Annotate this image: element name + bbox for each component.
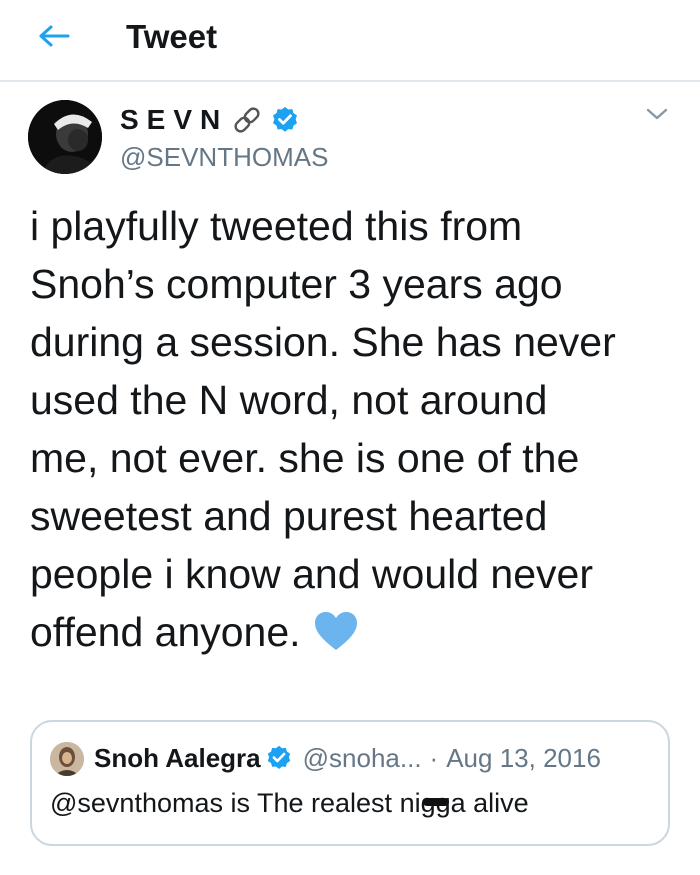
- author-display-name[interactable]: SEVN: [120, 104, 228, 136]
- quoted-tweet-date: Aug 13, 2016: [446, 742, 601, 773]
- tweet-line-text: offend anyone.: [30, 609, 301, 655]
- author-avatar[interactable]: [28, 100, 102, 174]
- quoted-author-name: Snoh Aalegra: [94, 742, 261, 773]
- chevron-down-icon: [646, 107, 668, 126]
- quoted-text-part: @sevnthomas is The realest ni: [50, 788, 421, 818]
- author-handle[interactable]: @SEVNTHOMAS: [120, 142, 328, 173]
- page-title: Tweet: [126, 18, 218, 55]
- tweet-line: used the N word, not around: [30, 377, 548, 423]
- tweet-text: i playfully tweeted this from Snoh’s com…: [30, 197, 680, 667]
- separator-dot: ·: [429, 742, 439, 773]
- quoted-tweet-header: Snoh Aalegra @snoha... · Aug 13, 2016: [94, 738, 601, 778]
- quoted-author-avatar: [50, 742, 84, 776]
- quoted-text-part: a alive: [450, 788, 529, 818]
- tweet-line: people i know and would never: [30, 551, 593, 597]
- verified-icon: [270, 105, 300, 135]
- tweet-menu-button[interactable]: [640, 102, 674, 130]
- tweet-line: i playfully tweeted this from: [30, 203, 523, 249]
- censored-text: gg: [420, 788, 451, 818]
- tweet-line-last: offend anyone.: [30, 603, 680, 667]
- quoted-tweet-card[interactable]: Snoh Aalegra @snoha... · Aug 13, 2016 @s…: [30, 720, 670, 846]
- tweet-line: Snoh’s computer 3 years ago: [30, 261, 563, 307]
- author-name-row: SEVN: [120, 100, 300, 140]
- quoted-tweet-text: @sevnthomas is The realest nigga alive: [50, 788, 529, 819]
- arrow-left-icon: [38, 24, 70, 53]
- top-bar: Tweet: [0, 0, 700, 82]
- verified-icon: [265, 744, 293, 772]
- link-icon: [230, 103, 264, 137]
- blue-heart-icon: [313, 609, 359, 667]
- quoted-author-handle: @snoha...: [302, 742, 422, 773]
- tweet-line: during a session. She has never: [30, 319, 616, 365]
- back-button[interactable]: [30, 14, 78, 62]
- tweet-line: sweetest and purest hearted: [30, 493, 548, 539]
- tweet-line: me, not ever. she is one of the: [30, 435, 580, 481]
